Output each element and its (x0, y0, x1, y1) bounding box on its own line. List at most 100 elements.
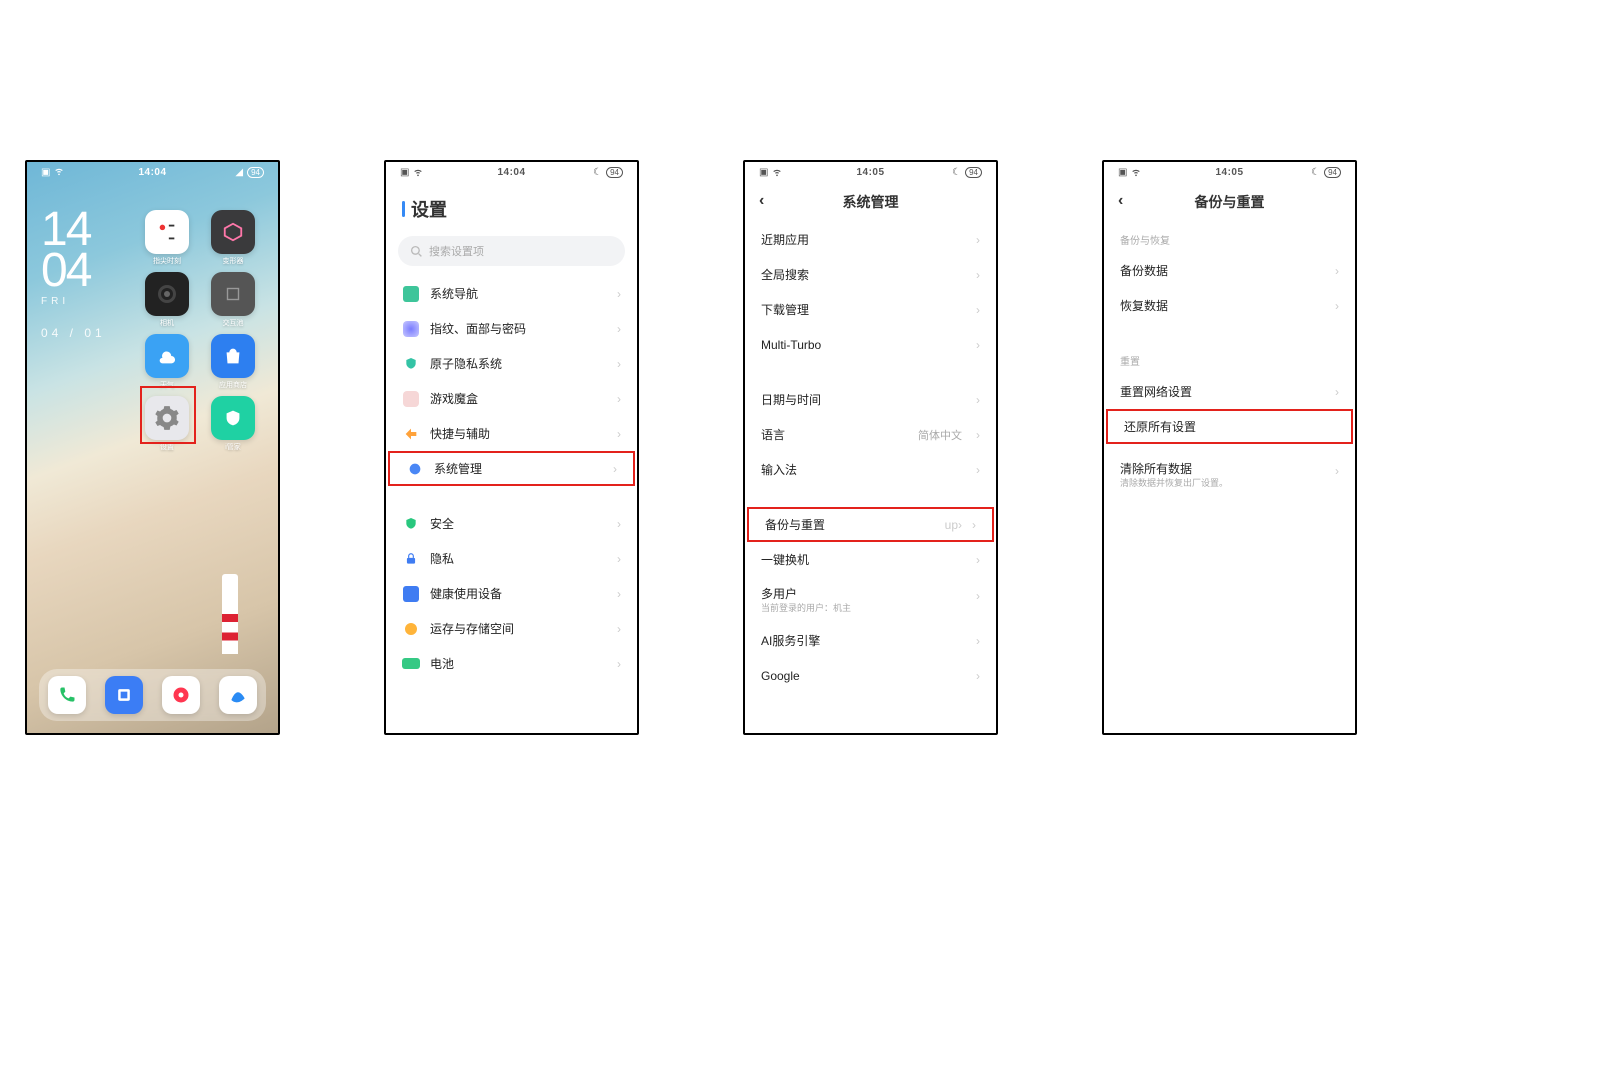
chevron-right-icon: › (1335, 385, 1339, 399)
row-gamebox[interactable]: 游戏魔盒 › (386, 381, 637, 416)
chevron-right-icon: › (1335, 464, 1339, 478)
battery-indicator: 94 (965, 167, 982, 178)
app-label: 指尖时刻 (139, 256, 195, 266)
row-phone-clone[interactable]: 一键换机› (745, 542, 996, 577)
chevron-right-icon: › (1335, 299, 1339, 313)
row-download-manager[interactable]: 下载管理› (745, 292, 996, 327)
game-icon (402, 390, 420, 408)
chevron-right-icon: › (976, 428, 980, 442)
row-system-management[interactable]: 系统管理 › (388, 451, 635, 486)
search-input[interactable]: 搜索设置项 (398, 236, 625, 266)
moon-icon: ☾ (593, 167, 602, 178)
dock-browser[interactable] (219, 676, 257, 714)
row-erase-all-data[interactable]: 清除所有数据 › 清除数据并恢复出厂设置。 (1104, 452, 1355, 498)
app-store[interactable]: 应用商店 (211, 334, 255, 378)
row-language[interactable]: 语言简体中文› (745, 417, 996, 452)
chevron-right-icon: › (972, 518, 976, 532)
row-ime[interactable]: 输入法› (745, 452, 996, 487)
screen-home: ▣ 14:04 ◢ 94 14 04 FRI 04 / 01 指尖时刻 (25, 160, 280, 735)
page-header: ‹ 系统管理 (745, 182, 996, 222)
clock-minutes: 04 (41, 251, 106, 292)
app-transformer[interactable]: 变形器 (211, 210, 255, 254)
chevron-right-icon: › (976, 553, 980, 567)
moon-icon: ☾ (952, 167, 961, 178)
row-date-time[interactable]: 日期与时间› (745, 382, 996, 417)
chevron-right-icon: › (617, 357, 621, 371)
fingerprint-icon (402, 320, 420, 338)
app-imanager[interactable]: i管家 (211, 396, 255, 440)
row-multi-user-subtitle: 当前登录的用户：机主 (761, 601, 851, 614)
row-reset-network[interactable]: 重置网络设置› (1104, 374, 1355, 409)
row-google[interactable]: Google› (745, 658, 996, 693)
status-bar: ▣ 14:04 ☾94 (386, 162, 637, 182)
clock-widget[interactable]: 14 04 FRI 04 / 01 (41, 210, 106, 338)
row-ai-engine[interactable]: AI服务引擎› (745, 623, 996, 658)
chevron-right-icon: › (617, 517, 621, 531)
row-multi-user[interactable]: 多用户 › 当前登录的用户：机主 (745, 577, 996, 623)
app-label: 交互池 (205, 318, 261, 328)
chevron-right-icon: › (617, 552, 621, 566)
shield-icon (402, 355, 420, 373)
screen-system-management: ▣ 14:05 ☾94 ‹ 系统管理 近期应用› 全局搜索› 下载管理› Mul… (743, 160, 998, 735)
screen-settings: ▣ 14:04 ☾94 设置 搜索设置项 系统导航 › 指纹、面部与密码 › (384, 160, 639, 735)
app-interaction[interactable]: 交互池 (211, 272, 255, 316)
chevron-right-icon: › (617, 587, 621, 601)
row-shortcut[interactable]: 快捷与辅助 › (386, 416, 637, 451)
status-bar: ▣ 14:05 ☾94 (745, 162, 996, 182)
moon-icon: ☾ (1311, 167, 1320, 178)
storage-icon (402, 620, 420, 638)
chevron-right-icon: › (976, 268, 980, 282)
dock-album[interactable] (105, 676, 143, 714)
chevron-right-icon: › (1335, 264, 1339, 278)
app-camera[interactable]: 相机 (145, 272, 189, 316)
app-label: 应用商店 (205, 380, 261, 390)
row-battery[interactable]: 电池 › (386, 646, 637, 681)
app-weather[interactable]: 天气 (145, 334, 189, 378)
phone-icon (402, 285, 420, 303)
dock-music[interactable] (162, 676, 200, 714)
chevron-right-icon: › (976, 589, 980, 603)
chevron-right-icon: › (976, 233, 980, 247)
arrow-icon (402, 425, 420, 443)
battery-icon (402, 655, 420, 673)
row-atom-privacy[interactable]: 原子隐私系统 › (386, 346, 637, 381)
back-button[interactable]: ‹ (759, 192, 764, 210)
lock-icon (402, 550, 420, 568)
row-privacy[interactable]: 隐私 › (386, 541, 637, 576)
row-restore-data[interactable]: 恢复数据› (1104, 288, 1355, 323)
search-icon (410, 245, 423, 258)
shield-icon (402, 515, 420, 533)
clock-date: 04 / 01 (41, 328, 106, 338)
row-backup-data[interactable]: 备份数据› (1104, 253, 1355, 288)
dock (39, 669, 266, 721)
back-button[interactable]: ‹ (1118, 192, 1123, 210)
battery-indicator: 94 (606, 167, 623, 178)
row-system-navigation[interactable]: 系统导航 › (386, 276, 637, 311)
page-title: 系统管理 (843, 192, 899, 212)
app-moments[interactable]: 指尖时刻 (145, 210, 189, 254)
row-recent-apps[interactable]: 近期应用› (745, 222, 996, 257)
screen-backup-reset: ▣ 14:05 ☾94 ‹ 备份与重置 备份与恢复 备份数据› 恢复数据› 重置… (1102, 160, 1357, 735)
chevron-right-icon: › (976, 393, 980, 407)
highlight-box-settings (140, 386, 196, 444)
row-fingerprint-face-password[interactable]: 指纹、面部与密码 › (386, 311, 637, 346)
status-bar: ▣ 14:05 ☾94 (1104, 162, 1355, 182)
page-title: 设置 (386, 182, 637, 232)
chevron-right-icon: › (976, 338, 980, 352)
row-storage[interactable]: 运存与存储空间 › (386, 611, 637, 646)
row-backup-reset[interactable]: 备份与重置up› › (747, 507, 994, 542)
title-accent (402, 201, 405, 217)
row-global-search[interactable]: 全局搜索› (745, 257, 996, 292)
row-reset-all-settings[interactable]: 还原所有设置 (1106, 409, 1353, 444)
page-title: 备份与重置 (1195, 192, 1265, 212)
chevron-right-icon: › (617, 657, 621, 671)
row-health-usage[interactable]: 健康使用设备 › (386, 576, 637, 611)
battery-indicator: 94 (247, 167, 264, 178)
chevron-right-icon: › (617, 622, 621, 636)
chevron-right-icon: › (976, 669, 980, 683)
chevron-right-icon: › (617, 427, 621, 441)
row-security[interactable]: 安全 › (386, 506, 637, 541)
signal-icon: ◢ (235, 167, 243, 178)
row-multi-turbo[interactable]: Multi-Turbo› (745, 327, 996, 362)
dock-phone[interactable] (48, 676, 86, 714)
